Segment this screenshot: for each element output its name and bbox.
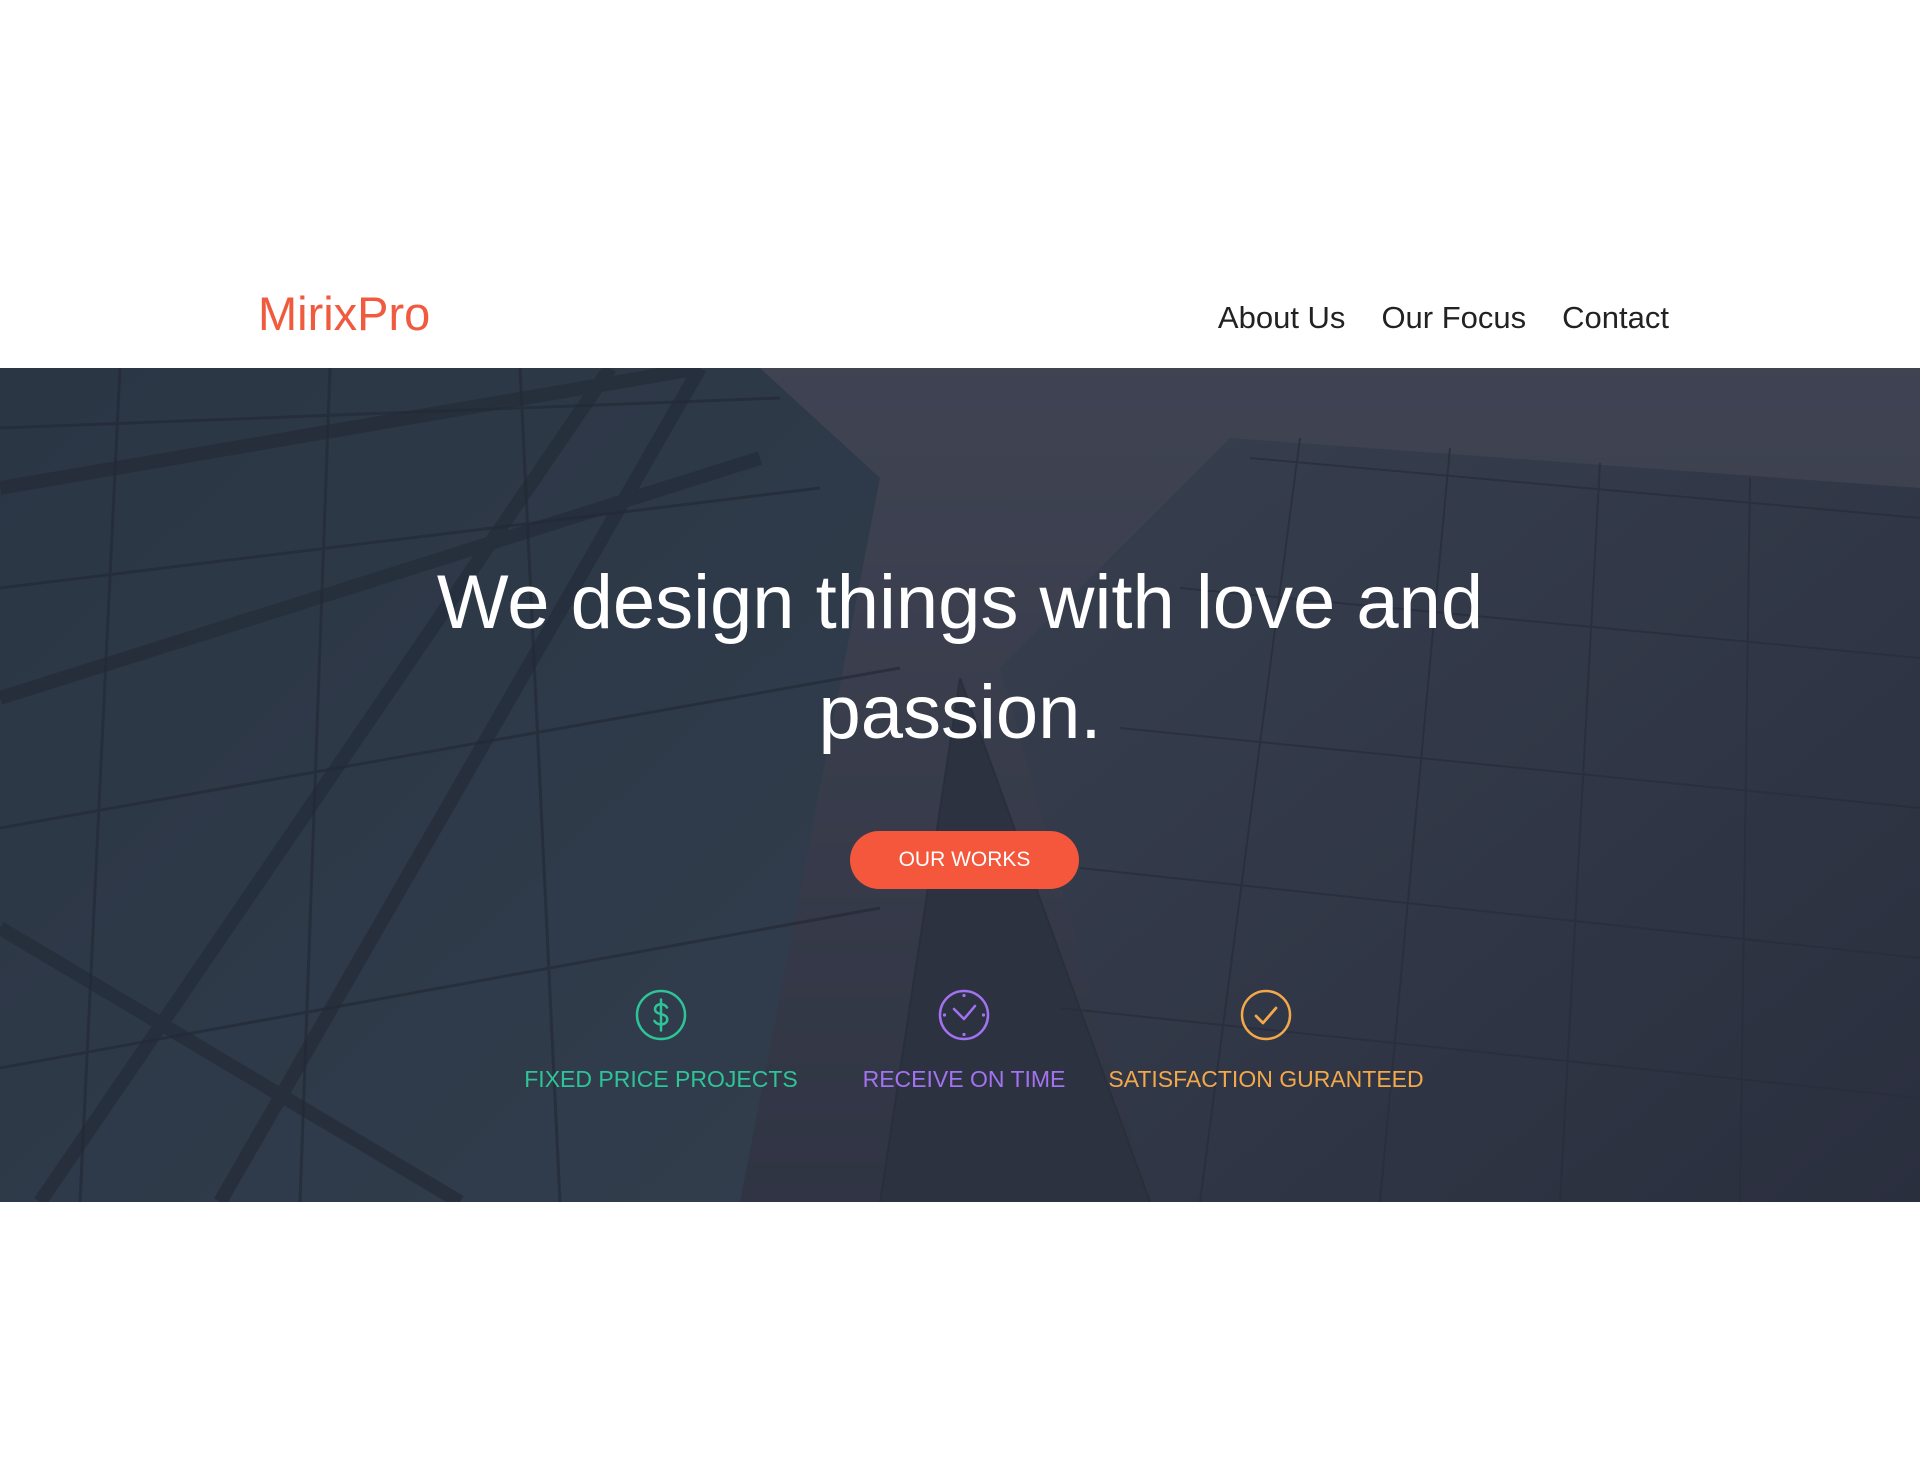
check-circle-icon (1240, 989, 1292, 1041)
hero-title: We design things with love and passion. (436, 560, 1484, 755)
feature-label: FIXED PRICE PROJECTS (524, 1066, 798, 1092)
hero-section: We design things with love and passion. … (0, 368, 1920, 1202)
clock-icon (938, 989, 990, 1041)
our-works-button[interactable]: OUR WORKS (850, 831, 1079, 889)
dollar-circle-icon (635, 989, 687, 1041)
nav-menu: About Us Our Focus Contact (1218, 302, 1669, 333)
page: MirixPro About Us Our Focus Contact We d… (0, 0, 1920, 1480)
feature-fixed-price: FIXED PRICE PROJECTS (501, 988, 821, 1091)
feature-label: RECEIVE ON TIME (862, 1066, 1066, 1092)
navbar: MirixPro About Us Our Focus Contact (0, 280, 1920, 368)
hero-content: We design things with love and passion. … (0, 368, 1920, 1202)
nav-item-about-us[interactable]: About Us (1218, 302, 1346, 333)
feature-satisfaction: SATISFACTION GURANTEED (1106, 988, 1426, 1091)
nav-item-our-focus[interactable]: Our Focus (1381, 302, 1526, 333)
nav-item-contact[interactable]: Contact (1562, 302, 1669, 333)
brand-logo[interactable]: MirixPro (258, 290, 430, 337)
feature-receive-on-time: RECEIVE ON TIME (804, 988, 1124, 1091)
feature-label: SATISFACTION GURANTEED (1108, 1066, 1424, 1092)
